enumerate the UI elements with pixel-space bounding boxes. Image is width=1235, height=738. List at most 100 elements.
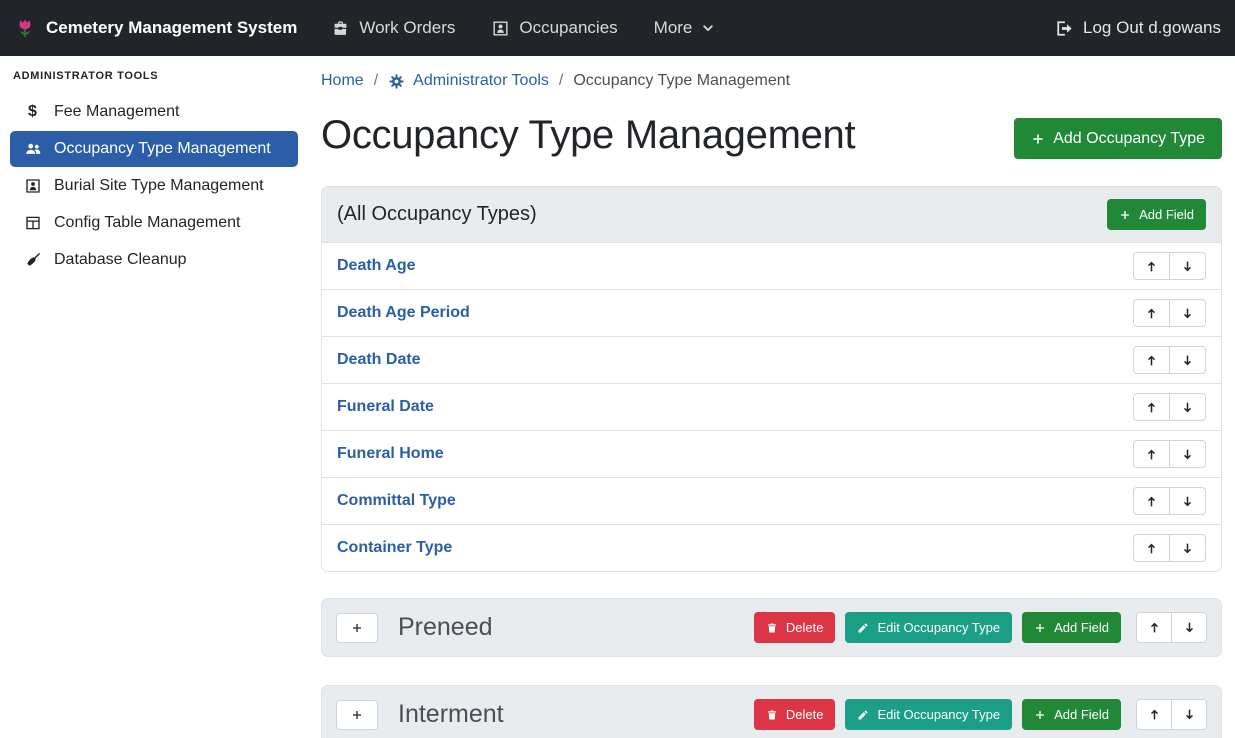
field-row: Funeral Home xyxy=(322,431,1221,478)
sidebar-item-burial-site-type-management[interactable]: Burial Site Type Management xyxy=(10,168,298,204)
app-brand[interactable]: Cemetery Management System xyxy=(14,15,297,41)
expand-button[interactable] xyxy=(336,700,378,730)
move-up-button[interactable] xyxy=(1133,393,1170,421)
field-link[interactable]: Death Age xyxy=(337,257,416,275)
person-frame-icon xyxy=(491,19,510,38)
arrow-up-icon xyxy=(1148,621,1161,634)
arrow-up-icon xyxy=(1145,495,1158,508)
sidebar-item-label: Database Cleanup xyxy=(54,251,187,269)
section-actions: Delete Edit Occupancy Type Add Field xyxy=(754,612,1207,643)
move-up-button[interactable] xyxy=(1133,534,1170,562)
field-row: Death Age Period xyxy=(322,290,1221,337)
arrow-down-icon xyxy=(1181,448,1194,461)
move-down-button[interactable] xyxy=(1169,534,1206,562)
sidebar-item-label: Fee Management xyxy=(54,103,179,121)
arrow-down-icon xyxy=(1181,260,1194,273)
section-actions: Delete Edit Occupancy Type Add Field xyxy=(754,699,1207,730)
delete-label: Delete xyxy=(786,620,824,635)
arrow-up-icon xyxy=(1145,307,1158,320)
add-field-button[interactable]: Add Field xyxy=(1107,199,1206,230)
move-down-button[interactable] xyxy=(1169,393,1206,421)
breadcrumb-separator: / xyxy=(559,72,563,90)
move-up-button[interactable] xyxy=(1133,299,1170,327)
move-down-button[interactable] xyxy=(1169,487,1206,515)
logout-button[interactable]: Log Out d.gowans xyxy=(1055,18,1221,38)
reorder-buttons xyxy=(1133,534,1206,562)
delete-button[interactable]: Delete xyxy=(754,699,836,730)
field-link[interactable]: Death Age Period xyxy=(337,304,470,322)
sidebar-item-occupancy-type-management[interactable]: Occupancy Type Management xyxy=(10,131,298,167)
nav-work-orders[interactable]: Work Orders xyxy=(331,18,455,38)
move-up-button[interactable] xyxy=(1136,699,1172,730)
nav-more[interactable]: More xyxy=(654,18,716,38)
field-link[interactable]: Death Date xyxy=(337,351,421,369)
field-link[interactable]: Container Type xyxy=(337,539,452,557)
plus-icon xyxy=(351,622,363,634)
move-down-button[interactable] xyxy=(1171,612,1207,643)
sidebar-item-label: Occupancy Type Management xyxy=(54,140,271,158)
move-up-button[interactable] xyxy=(1133,346,1170,374)
arrow-up-icon xyxy=(1145,260,1158,273)
breadcrumb-administrator-tools[interactable]: Administrator Tools xyxy=(388,72,549,90)
plus-icon xyxy=(1119,209,1131,221)
nav-occupancies[interactable]: Occupancies xyxy=(491,18,617,38)
arrow-down-icon xyxy=(1183,621,1196,634)
users-icon xyxy=(22,140,43,158)
occupancy-type-section-preneed: Preneed Delete Edit Occupancy Type Add F… xyxy=(321,598,1222,657)
chevron-down-icon xyxy=(701,21,715,35)
move-down-button[interactable] xyxy=(1171,699,1207,730)
move-down-button[interactable] xyxy=(1169,346,1206,374)
logout-label: Log Out d.gowans xyxy=(1083,18,1221,38)
main-nav: Work Orders Occupancies More xyxy=(331,18,715,38)
reorder-buttons xyxy=(1136,612,1207,643)
sidebar-item-fee-management[interactable]: $ Fee Management xyxy=(10,94,298,130)
edit-occupancy-type-button[interactable]: Edit Occupancy Type xyxy=(845,699,1012,730)
table-icon xyxy=(22,214,43,232)
all-occupancy-types-card: (All Occupancy Types) Add Field Death Ag… xyxy=(321,186,1222,572)
move-up-button[interactable] xyxy=(1133,252,1170,280)
gear-icon xyxy=(388,73,405,90)
add-field-button[interactable]: Add Field xyxy=(1022,612,1121,643)
plus-icon xyxy=(1031,132,1045,146)
plus-icon xyxy=(351,709,363,721)
sidebar-item-config-table-management[interactable]: Config Table Management xyxy=(10,205,298,241)
field-link[interactable]: Funeral Date xyxy=(337,398,434,416)
move-down-button[interactable] xyxy=(1169,440,1206,468)
delete-button[interactable]: Delete xyxy=(754,612,836,643)
move-down-button[interactable] xyxy=(1169,299,1206,327)
edit-occupancy-type-label: Edit Occupancy Type xyxy=(877,620,1000,635)
occupancy-type-section-interment: Interment Delete Edit Occupancy Type Add… xyxy=(321,685,1222,738)
field-row: Funeral Date xyxy=(322,384,1221,431)
add-field-label: Add Field xyxy=(1139,207,1194,222)
field-link[interactable]: Committal Type xyxy=(337,492,456,510)
arrow-down-icon xyxy=(1181,401,1194,414)
sidebar-item-label: Config Table Management xyxy=(54,214,241,232)
toolbox-icon xyxy=(331,19,350,38)
reorder-buttons xyxy=(1133,393,1206,421)
edit-occupancy-type-button[interactable]: Edit Occupancy Type xyxy=(845,612,1012,643)
reorder-buttons xyxy=(1133,440,1206,468)
arrow-up-icon xyxy=(1145,542,1158,555)
reorder-buttons xyxy=(1133,252,1206,280)
arrow-down-icon xyxy=(1183,708,1196,721)
main-content: Home / Administrator Tools / Occupancy T… xyxy=(308,56,1235,738)
reorder-buttons xyxy=(1136,699,1207,730)
add-field-button[interactable]: Add Field xyxy=(1022,699,1121,730)
breadcrumb-current: Occupancy Type Management xyxy=(573,72,790,90)
arrow-up-icon xyxy=(1145,354,1158,367)
expand-button[interactable] xyxy=(336,613,378,643)
sidebar: Administrator Tools $ Fee Management Occ… xyxy=(0,56,308,738)
move-up-button[interactable] xyxy=(1136,612,1172,643)
move-up-button[interactable] xyxy=(1133,487,1170,515)
card-title: (All Occupancy Types) xyxy=(337,203,537,226)
move-down-button[interactable] xyxy=(1169,252,1206,280)
move-up-button[interactable] xyxy=(1133,440,1170,468)
arrow-up-icon xyxy=(1145,401,1158,414)
add-occupancy-type-button[interactable]: Add Occupancy Type xyxy=(1014,118,1222,159)
trash-icon xyxy=(766,622,778,634)
breadcrumb-separator: / xyxy=(374,72,378,90)
breadcrumb-home[interactable]: Home xyxy=(321,72,364,90)
sidebar-item-database-cleanup[interactable]: Database Cleanup xyxy=(10,242,298,278)
nav-occupancies-label: Occupancies xyxy=(519,18,617,38)
field-link[interactable]: Funeral Home xyxy=(337,445,444,463)
